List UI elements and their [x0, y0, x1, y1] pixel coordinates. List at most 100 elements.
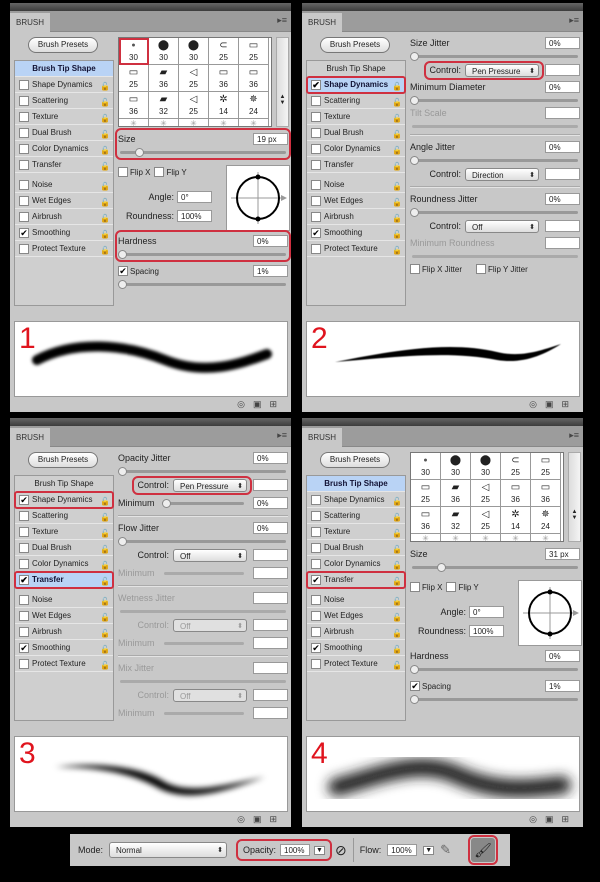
- checkbox-transfer[interactable]: [19, 160, 29, 170]
- preview-toggle-icon[interactable]: ◎: [237, 814, 245, 825]
- brush-tip-partial[interactable]: ✳: [501, 534, 531, 541]
- brush-tip-4[interactable]: ⊂ 25: [209, 38, 239, 65]
- option-dual-brush[interactable]: Dual Brush 🔓: [307, 540, 405, 556]
- checkbox-smoothing[interactable]: ✔: [311, 228, 321, 238]
- brush-tip-15[interactable]: ✵ 24: [239, 92, 269, 119]
- option-brush-tip-shape[interactable]: Brush Tip Shape: [15, 476, 113, 492]
- spacing-input[interactable]: 1%: [545, 680, 580, 692]
- checkbox-texture[interactable]: [311, 112, 321, 122]
- checkbox-shape-dynamics[interactable]: [19, 80, 29, 90]
- checkbox-dual-brush[interactable]: [19, 128, 29, 138]
- brush-tip-7[interactable]: ▰ 36: [441, 480, 471, 507]
- checkbox-smoothing[interactable]: ✔: [19, 228, 29, 238]
- option-airbrush[interactable]: Airbrush 🔓: [307, 209, 405, 225]
- flow-dropdown-icon[interactable]: ▼: [423, 845, 435, 855]
- angle-circle-icon[interactable]: [519, 581, 581, 645]
- checkbox-box[interactable]: [476, 264, 487, 274]
- setting-input[interactable]: 0%: [545, 37, 580, 49]
- option-airbrush[interactable]: Airbrush 🔓: [15, 624, 113, 640]
- checkbox-airbrush[interactable]: [19, 212, 29, 222]
- brush-tip-partial[interactable]: ✳: [471, 534, 501, 541]
- brush-tip-partial[interactable]: ✳: [179, 119, 209, 126]
- checkbox-box[interactable]: [118, 167, 128, 177]
- angle-input[interactable]: 0°: [469, 606, 504, 618]
- angle-input[interactable]: 0°: [177, 191, 212, 203]
- slider-handle[interactable]: [410, 665, 419, 674]
- brush-tip-3[interactable]: ⬤ 30: [179, 38, 209, 65]
- option-texture[interactable]: Texture 🔓: [307, 109, 405, 125]
- option-wet-edges[interactable]: Wet Edges 🔓: [307, 608, 405, 624]
- option-transfer[interactable]: Transfer 🔓: [307, 157, 405, 173]
- new-preset-icon[interactable]: ▣: [253, 399, 262, 410]
- slider-handle[interactable]: [410, 156, 419, 165]
- mode-select[interactable]: Normal ⬍: [109, 842, 228, 858]
- checkbox-wet-edges[interactable]: [311, 611, 321, 621]
- slider-handle[interactable]: [161, 499, 171, 508]
- brush-tip-5[interactable]: ▭ 25: [239, 38, 269, 65]
- tab-brush[interactable]: BRUSH: [302, 13, 343, 32]
- new-preset-icon[interactable]: ▣: [545, 814, 554, 825]
- brush-presets-button[interactable]: Brush Presets: [28, 37, 98, 53]
- checkbox-noise[interactable]: [311, 180, 321, 190]
- option-protect-texture[interactable]: Protect Texture 🔓: [307, 241, 405, 257]
- option-color-dynamics[interactable]: Color Dynamics 🔓: [307, 556, 405, 572]
- checkbox-box[interactable]: [154, 167, 165, 177]
- brush-tip-9[interactable]: ▭ 36: [501, 480, 531, 507]
- brush-presets-button[interactable]: Brush Presets: [320, 452, 390, 468]
- brush-tip-partial[interactable]: ✳: [149, 119, 179, 126]
- lock-icon[interactable]: 🔓: [100, 574, 110, 590]
- brush-tip-partial[interactable]: ✳: [441, 534, 471, 541]
- new-preset-icon[interactable]: ▣: [545, 399, 554, 410]
- option-wet-edges[interactable]: Wet Edges 🔓: [307, 193, 405, 209]
- spacing-input[interactable]: 1%: [253, 265, 288, 277]
- tip-scrollbar[interactable]: ▲ ▼: [568, 452, 581, 542]
- setting-slider[interactable]: [410, 51, 580, 61]
- checkbox-color-dynamics[interactable]: [311, 559, 321, 569]
- control-select[interactable]: Off ⬍: [173, 548, 247, 562]
- brush-tip-2[interactable]: ⬤ 30: [149, 38, 179, 65]
- hardness-input[interactable]: 0%: [545, 650, 580, 662]
- checkbox-box[interactable]: [410, 582, 420, 592]
- panel-menu-icon[interactable]: ▸≡: [569, 15, 579, 26]
- checkbox-dual-brush[interactable]: [19, 543, 29, 553]
- size-slider[interactable]: [118, 147, 288, 157]
- option-dual-brush[interactable]: Dual Brush 🔓: [15, 540, 113, 556]
- brush-presets-button[interactable]: Brush Presets: [28, 452, 98, 468]
- checkbox-wet-edges[interactable]: [311, 196, 321, 206]
- panel-menu-icon[interactable]: ▸≡: [277, 15, 287, 26]
- create-new-brush-icon[interactable]: ⊞: [269, 814, 277, 825]
- preview-toggle-icon[interactable]: ◎: [529, 814, 537, 825]
- checkbox-flip-x[interactable]: Flip X: [410, 582, 442, 592]
- checkbox-smoothing[interactable]: ✔: [311, 643, 321, 653]
- option-wet-edges[interactable]: Wet Edges 🔓: [15, 608, 113, 624]
- pressure-opacity-icon[interactable]: ⊘: [335, 842, 347, 859]
- toggle-brush-panel-button[interactable]: 🖌: [468, 835, 499, 865]
- brush-tip-7[interactable]: ▰ 36: [149, 65, 179, 92]
- control-select[interactable]: Pen Pressure ⬍: [465, 63, 539, 77]
- option-shape-dynamics[interactable]: ✔ Shape Dynamics 🔓: [306, 76, 406, 94]
- setting-input[interactable]: 0%: [545, 193, 580, 205]
- minimum-slider[interactable]: [161, 498, 246, 508]
- checkbox-jitter[interactable]: Flip X Jitter: [410, 264, 462, 274]
- checkbox-noise[interactable]: [19, 180, 29, 190]
- checkbox-transfer[interactable]: ✔: [311, 575, 321, 585]
- option-brush-tip-shape[interactable]: Brush Tip Shape: [307, 61, 405, 77]
- slider-handle[interactable]: [118, 537, 127, 546]
- option-shape-dynamics[interactable]: ✔ Shape Dynamics 🔓: [14, 491, 114, 509]
- create-new-brush-icon[interactable]: ⊞: [561, 814, 569, 825]
- option-protect-texture[interactable]: Protect Texture 🔓: [15, 656, 113, 672]
- brush-tip-8[interactable]: ◁ 25: [471, 480, 501, 507]
- brush-tip-9[interactable]: ▭ 36: [209, 65, 239, 92]
- lock-icon[interactable]: 🔓: [392, 658, 402, 674]
- brush-tip-6[interactable]: ▭ 25: [411, 480, 441, 507]
- control-select[interactable]: Off ⬍: [465, 219, 539, 233]
- control-select[interactable]: Direction ⬍: [465, 167, 539, 181]
- hardness-slider[interactable]: [410, 664, 580, 674]
- brush-tip-partial[interactable]: ✳: [531, 534, 561, 541]
- lock-icon[interactable]: 🔓: [392, 243, 402, 259]
- checkbox-wet-edges[interactable]: [19, 196, 29, 206]
- option-noise[interactable]: Noise 🔓: [307, 177, 405, 193]
- setting-slider[interactable]: [118, 466, 288, 476]
- create-new-brush-icon[interactable]: ⊞: [269, 399, 277, 410]
- setting-input[interactable]: 0%: [545, 81, 580, 93]
